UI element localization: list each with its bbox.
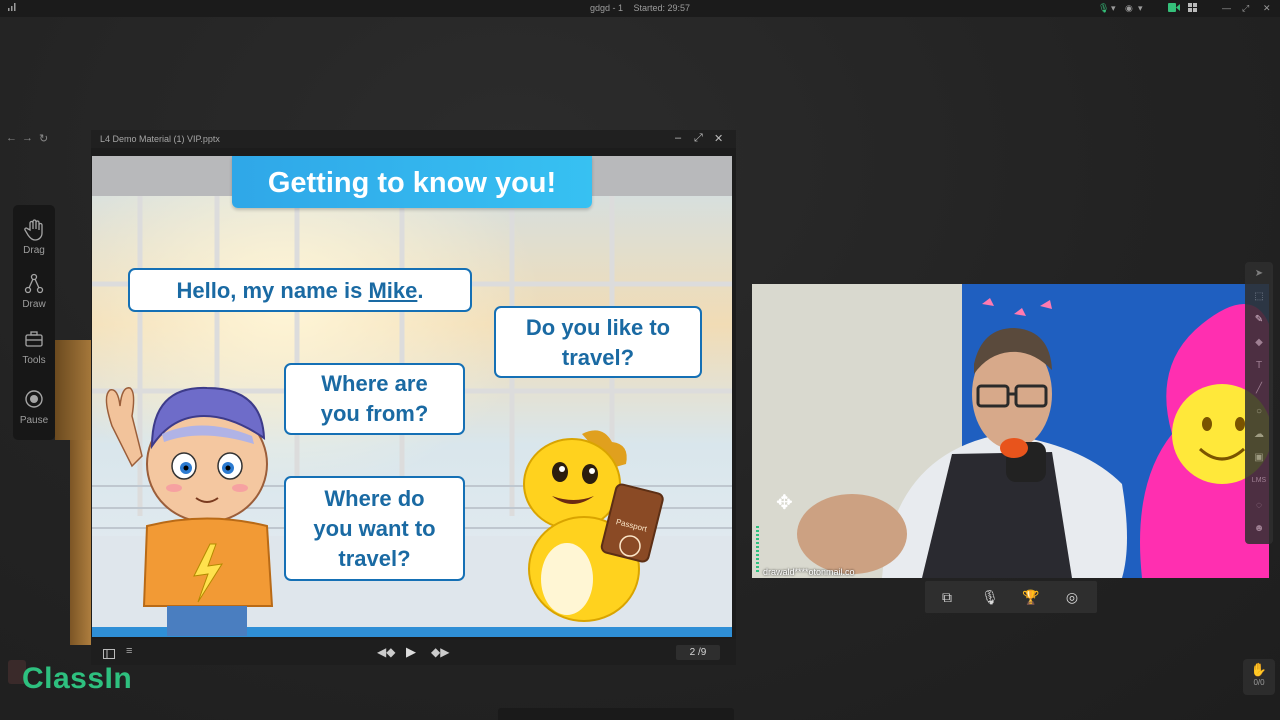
back-icon[interactable]: ← (6, 132, 17, 144)
close-icon[interactable]: ✕ (1263, 3, 1271, 14)
screen-share-icon[interactable]: ⧉ (937, 587, 957, 607)
close-icon[interactable]: ✕ (714, 132, 723, 145)
tools-tool[interactable]: Tools (13, 329, 55, 366)
members-icon[interactable]: ☻ (1251, 521, 1267, 537)
teacher-video-tile[interactable]: ✥ drawald****otonmail.co (752, 284, 1269, 578)
greeting-bubble: Hello, my name is Mike. (128, 268, 472, 312)
pause-label: Pause (19, 415, 49, 426)
dinosaur-mascot: Passport (523, 430, 664, 622)
refresh-icon[interactable]: ↻ (39, 132, 48, 145)
next-slide-icon[interactable]: ◆▶ (431, 645, 449, 659)
question-from-line1: Where are (321, 371, 428, 396)
question-like-line2: travel? (561, 345, 635, 370)
chat-icon[interactable]: ◌ (1251, 498, 1267, 514)
draw-label: Draw (22, 299, 46, 310)
question-where-line3: travel? (338, 546, 411, 571)
slide-title: Getting to know you! (232, 156, 592, 208)
classin-logo: ClassIn (22, 662, 133, 695)
question-bubble-travel-where: Where do you want to travel? (284, 476, 465, 581)
camera-icon[interactable]: ◉ (1125, 3, 1133, 14)
session-name: gdgd - 1 (589, 3, 623, 13)
cloud-icon[interactable]: ☁ (1251, 427, 1267, 443)
podium-decoration (70, 440, 92, 645)
drag-tool[interactable]: Drag (13, 219, 55, 256)
trophy-icon[interactable]: 🏆 (1021, 587, 1041, 607)
video-feed (752, 284, 1269, 578)
maximize-icon[interactable]: ⤢ (1242, 3, 1249, 14)
mute-icon[interactable]: 🎙 (980, 587, 1000, 607)
draw-tool[interactable]: Draw (13, 273, 55, 310)
hand-icon: ✋ (1250, 662, 1268, 677)
boy-character (105, 386, 274, 636)
previous-slide-icon[interactable]: ◀◆ (377, 645, 395, 659)
forward-icon[interactable]: → (22, 132, 33, 144)
microphone-icon[interactable]: 🎙 (1098, 3, 1109, 14)
user-settings-icon[interactable]: ◎ (1062, 587, 1082, 607)
question-from-line2: you from? (320, 401, 429, 426)
play-icon[interactable]: ▶ (406, 644, 416, 660)
line-icon[interactable]: ╱ (1251, 381, 1267, 397)
started-timer: Started: 29:57 (633, 3, 691, 13)
video-control-bar: ⧉ 🎙 🏆 ◎ (925, 581, 1097, 613)
right-toolbar: ➤ ⬚ ✎ ◆ T ╱ ○ ☁ ▣ LMS ◌ ☻ (1245, 262, 1273, 544)
question-like-line1: Do you like to (525, 315, 671, 340)
bottom-tab[interactable] (498, 708, 734, 720)
podium-decoration (55, 340, 93, 440)
volume-level-indicator (756, 526, 759, 574)
video-icon[interactable] (1168, 3, 1180, 15)
expand-icon[interactable]: ⤢ (694, 132, 703, 145)
dropdown-icon[interactable]: ▾ (1138, 3, 1143, 14)
text-icon[interactable]: T (1251, 358, 1267, 374)
pen-icon[interactable]: ✎ (1251, 312, 1267, 328)
slide-canvas[interactable]: Getting to know you! Hello, my name is M… (92, 156, 732, 637)
question-where-line1: Where do (324, 486, 425, 511)
ppt-footer: ≡ ◀◆ ▶ ◆▶ 2 /9 (91, 639, 736, 665)
question-bubble-like-travel: Do you like to travel? (494, 306, 702, 378)
question-where-line2: you want to (313, 516, 436, 541)
greeting-prefix: Hello, my name is (176, 278, 369, 303)
layout-grid-icon[interactable] (1188, 3, 1197, 15)
user-label: drawald****otonmail.co (763, 567, 855, 577)
dropdown-icon[interactable]: ▾ (1111, 3, 1116, 14)
greeting-suffix: . (417, 278, 424, 303)
greeting-name: Mike (368, 278, 418, 303)
notes-icon[interactable]: ≡ (126, 645, 132, 657)
ppt-viewer: L4 Demo Material (1) VIP.pptx – ⤢ ✕ Gett… (91, 130, 736, 665)
tools-label: Tools (22, 355, 46, 366)
lms-icon[interactable]: LMS (1251, 473, 1267, 489)
toolbox-icon[interactable]: ▣ (1251, 450, 1267, 466)
eraser-icon[interactable]: ◆ (1251, 335, 1267, 351)
minimize-icon[interactable]: — (1222, 3, 1231, 14)
page-indicator[interactable]: 2 /9 (676, 645, 720, 660)
pointer-icon[interactable]: ➤ (1251, 266, 1267, 282)
left-toolbar: Drag Draw Tools Pause (13, 205, 55, 440)
draw-icon (13, 273, 55, 299)
counter-value: 0/0 (1253, 678, 1265, 687)
drag-label: Drag (23, 245, 45, 256)
shape-icon[interactable]: ○ (1251, 404, 1267, 420)
pause-tool[interactable]: Pause (13, 389, 55, 426)
hand-raise-counter[interactable]: ✋ 0/0 (1243, 659, 1275, 695)
toolbox-icon (13, 329, 55, 355)
move-cursor-icon[interactable]: ✥ (776, 490, 793, 515)
top-bar: gdgd - 1 Started: 29:57 🎙 ▾ ◉ ▾ — ⤢ ✕ (0, 0, 1280, 17)
minimize-icon[interactable]: – (675, 132, 681, 144)
ppt-filename: L4 Demo Material (1) VIP.pptx (100, 134, 220, 144)
select-icon[interactable]: ⬚ (1251, 289, 1267, 305)
ppt-title-bar[interactable]: L4 Demo Material (1) VIP.pptx – ⤢ ✕ (91, 130, 736, 148)
hand-icon (13, 219, 55, 245)
pause-icon (13, 389, 55, 415)
navigation-strip: ← → ↻ (0, 130, 92, 148)
question-bubble-from: Where are you from? (284, 363, 465, 435)
